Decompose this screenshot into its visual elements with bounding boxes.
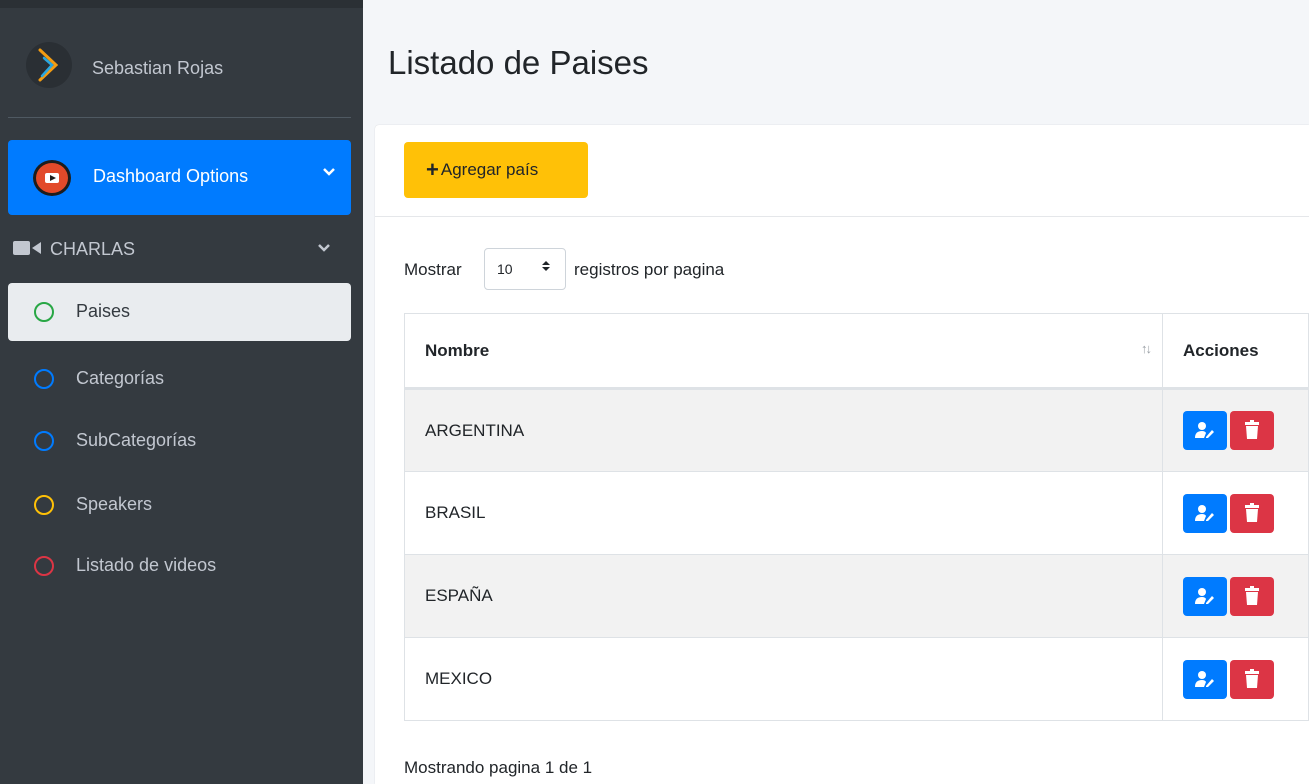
- user-edit-icon: [1195, 587, 1214, 604]
- user-name[interactable]: Sebastian Rojas: [92, 58, 223, 79]
- sidebar-item-speakers[interactable]: Speakers: [8, 476, 351, 534]
- table-row: MEXICO: [404, 637, 1309, 721]
- user-edit-icon: [1195, 422, 1214, 438]
- add-country-button[interactable]: + Agregar país: [404, 142, 588, 198]
- show-prefix-label: Mostrar: [404, 260, 462, 279]
- sidebar-item-charlas[interactable]: CHARLAS: [8, 225, 351, 275]
- sidebar-item-paises[interactable]: Paises: [8, 283, 351, 341]
- country-name: ESPAÑA: [425, 586, 493, 605]
- delete-button[interactable]: [1230, 659, 1274, 699]
- trash-icon: [1245, 420, 1259, 439]
- country-name: BRASIL: [425, 503, 486, 522]
- delete-button[interactable]: [1230, 411, 1274, 450]
- page-size-select[interactable]: 10: [484, 248, 566, 290]
- trash-icon: [1245, 502, 1259, 522]
- table-row: ARGENTINA: [404, 388, 1309, 472]
- delete-button[interactable]: [1230, 576, 1274, 616]
- sidebar-item-label: Speakers: [76, 494, 153, 514]
- sidebar-item-label: SubCategorías: [76, 430, 197, 450]
- cell-acciones: [1162, 471, 1309, 555]
- user-edit-icon: [1195, 504, 1214, 521]
- country-name: MEXICO: [425, 669, 493, 688]
- sidebar-top-bar: [0, 0, 363, 8]
- edit-button[interactable]: [1183, 493, 1227, 533]
- countries-table: Nombre ↑↓ Acciones ARGENTINA BRASIL ESPAÑA…: [404, 313, 1309, 721]
- country-name: ARGENTINA: [425, 420, 525, 440]
- sort-icon[interactable]: ↑↓: [1141, 341, 1152, 356]
- column-header-nombre[interactable]: Nombre ↑↓: [404, 313, 1163, 390]
- cell-acciones: [1162, 388, 1309, 472]
- cell-nombre: BRASIL: [404, 471, 1163, 555]
- circle-icon: [34, 556, 54, 576]
- page-title: Listado de Paises: [388, 44, 649, 81]
- table-header-row: Nombre ↑↓ Acciones: [404, 313, 1309, 390]
- circle-icon: [34, 302, 54, 322]
- trash-icon: [1245, 668, 1259, 688]
- page-size-value: 10: [497, 261, 513, 277]
- sidebar-item-categorias[interactable]: Categorías: [8, 350, 351, 408]
- sort-arrows-icon: [541, 259, 551, 276]
- user-panel[interactable]: Sebastian Rojas: [8, 18, 351, 118]
- sidebar-item-label: Dashboard Options: [93, 166, 249, 186]
- sidebar-item-label: Listado de videos: [76, 555, 217, 575]
- column-header-label: Acciones: [1183, 340, 1259, 360]
- cell-nombre: MEXICO: [404, 637, 1163, 721]
- chevron-down-icon: [323, 164, 335, 182]
- sidebar-item-label: Categorías: [76, 368, 165, 388]
- chevron-logo-icon: [38, 48, 59, 82]
- delete-button[interactable]: [1230, 493, 1274, 533]
- add-country-label: Agregar país: [440, 160, 539, 179]
- sidebar-item-videos[interactable]: Listado de videos: [8, 537, 351, 595]
- sidebar-item-label: Paises: [76, 301, 131, 321]
- chevron-down-icon: [318, 240, 330, 258]
- circle-icon: [34, 495, 54, 515]
- show-suffix-label: registros por pagina: [574, 260, 725, 279]
- column-header-acciones: Acciones: [1162, 313, 1309, 390]
- cell-acciones: [1162, 554, 1309, 638]
- sidebar-item-label: CHARLAS: [50, 239, 136, 259]
- column-header-label: Nombre: [425, 340, 490, 360]
- table-row: BRASIL: [404, 471, 1309, 555]
- edit-button[interactable]: [1183, 411, 1227, 450]
- cell-acciones: [1162, 637, 1309, 721]
- sidebar: Sebastian Rojas Dashboard Options CHARLA…: [0, 0, 363, 784]
- video-camera-icon: [13, 239, 43, 262]
- content-card: + Agregar país Mostrar 10 registros por p…: [375, 125, 1309, 784]
- sidebar-item-subcategorias[interactable]: SubCategorías: [8, 412, 351, 470]
- circle-icon: [34, 431, 54, 451]
- edit-button[interactable]: [1183, 576, 1227, 616]
- cell-nombre: ARGENTINA: [404, 388, 1163, 472]
- circle-icon: [34, 369, 54, 389]
- cell-nombre: ESPAÑA: [404, 554, 1163, 638]
- trash-icon: [1245, 585, 1259, 605]
- user-edit-icon: [1195, 670, 1214, 687]
- sidebar-item-dashboard[interactable]: Dashboard Options: [8, 140, 351, 215]
- edit-button[interactable]: [1183, 659, 1227, 699]
- youtube-icon: [33, 160, 71, 196]
- card-header: + Agregar país: [375, 125, 1309, 217]
- plus-icon: +: [426, 157, 439, 182]
- pagination-info: Mostrando pagina 1 de 1: [404, 758, 593, 777]
- user-avatar[interactable]: [26, 42, 72, 88]
- table-row: ESPAÑA: [404, 554, 1309, 638]
